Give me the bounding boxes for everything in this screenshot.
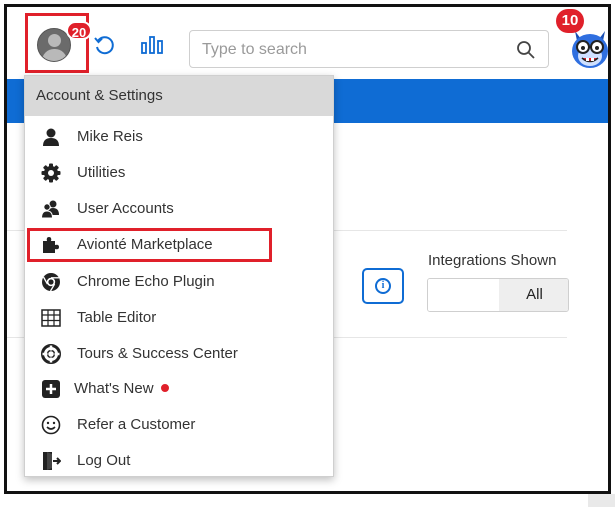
plus-square-icon	[42, 380, 60, 398]
menu-item-label: Log Out	[77, 452, 131, 469]
search-box[interactable]	[189, 30, 549, 68]
bottom-margin	[0, 494, 615, 507]
menu-item-refer[interactable]: Refer a Customer	[25, 408, 333, 442]
menu-item-label: Refer a Customer	[77, 416, 196, 433]
smile-icon	[41, 415, 61, 435]
menu-item-label: Mike Reis	[77, 128, 143, 145]
info-icon: i	[375, 278, 391, 294]
mascot-notification-badge: 10	[556, 9, 584, 33]
gear-icon	[41, 163, 61, 183]
menu-item-utilities[interactable]: Utilities	[25, 156, 333, 190]
user-icon	[43, 128, 59, 146]
integrations-toggle[interactable]: All	[427, 278, 569, 312]
whats-new-text: What's New	[74, 380, 154, 397]
menu-item-tours[interactable]: Tours & Success Center	[25, 337, 333, 371]
account-settings-menu: Account & Settings Mike Reis Utilities U…	[24, 75, 334, 477]
menu-item-label: What's New	[74, 380, 170, 397]
menu-item-user-accounts[interactable]: User Accounts	[25, 192, 333, 226]
table-icon	[41, 309, 61, 327]
menu-item-logout[interactable]: Log Out	[25, 444, 333, 478]
menu-item-table-editor[interactable]: Table Editor	[25, 301, 333, 335]
chrome-icon	[42, 273, 60, 292]
toggle-option-all[interactable]: All	[499, 279, 568, 311]
toggle-option-unselected[interactable]	[428, 279, 499, 311]
notification-count-badge: 20	[66, 21, 92, 40]
menu-item-label: Chrome Echo Plugin	[77, 273, 215, 290]
menu-item-label: Tours & Success Center	[77, 345, 238, 362]
bar-chart-icon[interactable]	[140, 33, 164, 57]
menu-item-label: Avionté Marketplace	[77, 236, 213, 253]
menu-item-label: Table Editor	[77, 309, 157, 326]
info-button[interactable]: i	[362, 268, 404, 304]
profile-menu-trigger[interactable]: 20	[25, 13, 92, 73]
search-input[interactable]	[202, 39, 502, 61]
search-icon[interactable]	[516, 40, 536, 60]
menu-title: Account & Settings	[25, 76, 333, 116]
menu-item-whats-new[interactable]: What's New	[25, 372, 333, 406]
puzzle-icon	[43, 237, 59, 253]
top-bar: 20 Type to search 10	[7, 7, 608, 79]
integrations-shown-label: Integrations Shown	[428, 252, 557, 269]
menu-item-label: Utilities	[77, 164, 126, 181]
refresh-icon[interactable]	[92, 33, 116, 57]
menu-item-label: User Accounts	[77, 200, 174, 217]
menu-item-profile[interactable]: Mike Reis	[25, 120, 333, 154]
logout-icon	[43, 452, 61, 470]
lifebuoy-icon	[41, 344, 61, 364]
menu-item-chrome-plugin[interactable]: Chrome Echo Plugin	[25, 265, 333, 299]
menu-item-marketplace[interactable]: Avionté Marketplace	[27, 228, 272, 262]
app-frame: 20 Type to search 10 i Integrations Show…	[4, 4, 611, 494]
users-icon	[41, 200, 59, 219]
new-indicator-dot	[159, 383, 170, 393]
